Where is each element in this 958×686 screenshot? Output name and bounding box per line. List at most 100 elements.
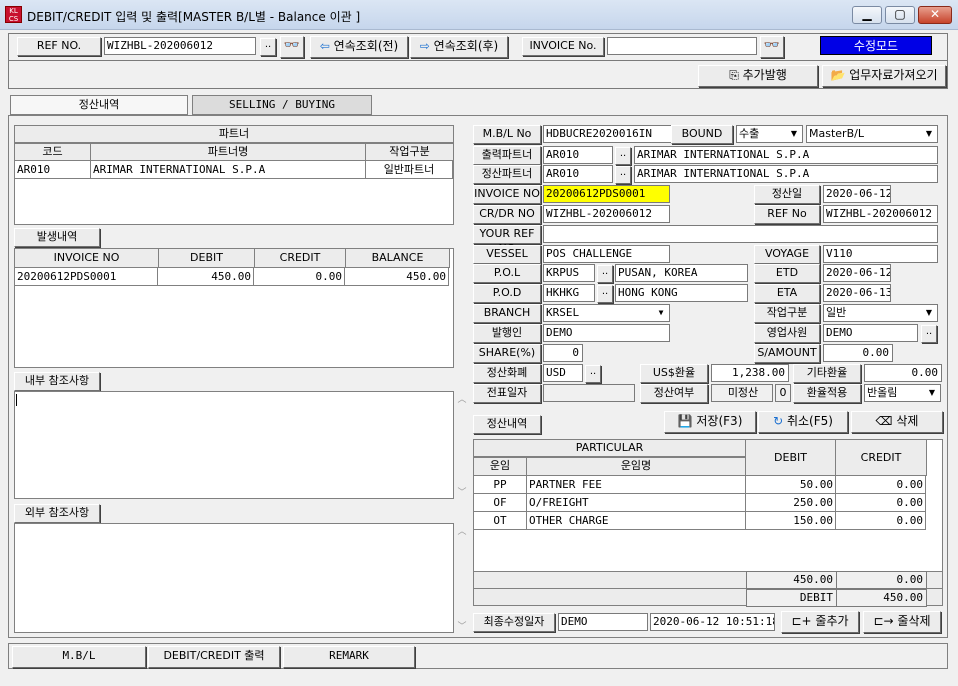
pod-lookup-button[interactable]: ..: [597, 285, 613, 303]
branch-value: KRSEL: [546, 306, 580, 319]
out-partner-lookup-button[interactable]: ..: [615, 147, 631, 165]
ref-no-input[interactable]: WIZHBL-202006012: [104, 37, 256, 55]
work-type-label: 작업구분: [754, 304, 820, 323]
delete-button[interactable]: ⌫ 삭제: [851, 411, 943, 433]
freight-name-header: 운임명: [526, 457, 746, 476]
slip-date-label: 전표일자: [473, 384, 541, 403]
invoice-search-icon[interactable]: 👓: [760, 36, 784, 58]
mbl-no-input[interactable]: HDBUCRE2020016IN: [543, 125, 673, 143]
ref-no-lookup-button[interactable]: ..: [260, 38, 276, 56]
settle-date-input[interactable]: 2020-06-12: [823, 185, 891, 203]
pol-code-input[interactable]: KRPUS: [543, 264, 595, 282]
settle-status-count: 0: [775, 384, 791, 402]
rate-apply-select[interactable]: 반올림 ▼: [864, 384, 941, 402]
vessel-label: VESSEL: [473, 245, 541, 264]
s-amount-input[interactable]: 0.00: [823, 344, 893, 362]
detail-credit-header: CREDIT: [835, 439, 927, 476]
scroll-up-icon[interactable]: ︿: [455, 392, 469, 405]
etd-input[interactable]: 2020-06-12: [823, 264, 891, 282]
table-row[interactable]: OT OTHER CHARGE 150.00 0.00: [474, 512, 926, 531]
bound-label: BOUND: [671, 125, 733, 144]
delete-row-button[interactable]: ⊏→ 줄삭제: [863, 611, 941, 633]
branch-select[interactable]: KRSEL ▼: [543, 304, 670, 322]
prev-search-label: 연속조회(전): [333, 39, 399, 53]
out-partner-code-input[interactable]: AR010: [543, 146, 613, 164]
out-partner-label: 출력파트너: [473, 146, 541, 165]
add-row-label: 줄추가: [815, 614, 849, 628]
bl-type-select[interactable]: MasterB/L ▼: [806, 125, 938, 143]
cancel-button[interactable]: ↻ 취소(F5): [758, 411, 848, 433]
tab-mbl[interactable]: M.B/L: [12, 646, 146, 668]
usd-rate-input[interactable]: 1,238.00: [711, 364, 789, 382]
add-row-button[interactable]: ⊏+ 줄추가: [781, 611, 859, 633]
vessel-input[interactable]: POS CHALLENGE: [543, 245, 670, 263]
scroll-up-icon[interactable]: ︿: [455, 524, 469, 537]
tab-settlement[interactable]: 정산내역: [10, 95, 188, 115]
issuer-input[interactable]: DEMO: [543, 324, 670, 342]
slip-date-input[interactable]: [543, 384, 635, 402]
ref-no-form-input[interactable]: WIZHBL-202006012: [823, 205, 938, 223]
tab-selling-buying[interactable]: SELLING / BUYING: [192, 95, 372, 115]
close-button[interactable]: ✕: [918, 6, 952, 24]
out-partner-name-input[interactable]: ARIMAR INTERNATIONAL S.P.A: [634, 146, 938, 164]
pod-name-input[interactable]: HONG KONG: [615, 284, 748, 302]
save-button[interactable]: 💾 저장(F3): [664, 411, 756, 433]
minimize-button[interactable]: ▁: [852, 6, 882, 24]
freight-name-cell: OTHER CHARGE: [527, 512, 746, 530]
maximize-button[interactable]: ▢: [885, 6, 915, 24]
external-ref-textarea[interactable]: [14, 523, 454, 633]
next-search-button[interactable]: ⇨ 연속조회(후): [410, 36, 508, 58]
internal-ref-scrollbar[interactable]: ︿ ﹀: [455, 392, 469, 498]
pol-name-input[interactable]: PUSAN, KOREA: [615, 264, 748, 282]
chevron-down-icon[interactable]: ▼: [654, 305, 668, 321]
binoculars-icon[interactable]: 👓: [280, 36, 304, 58]
tab-debit-credit-print[interactable]: DEBIT/CREDIT 출력: [148, 646, 280, 668]
internal-ref-textarea[interactable]: [14, 391, 454, 499]
currency-lookup-button[interactable]: ..: [585, 365, 601, 383]
your-ref-input[interactable]: [543, 225, 938, 243]
voyage-input[interactable]: V110: [823, 245, 938, 263]
import-data-button[interactable]: 📂 업무자료가져오기: [822, 65, 946, 87]
bound-select[interactable]: 수출 ▼: [736, 125, 803, 143]
chevron-down-icon[interactable]: ▼: [787, 126, 801, 142]
pol-lookup-button[interactable]: ..: [597, 265, 613, 283]
settle-partner-name-input[interactable]: ARIMAR INTERNATIONAL S.P.A: [634, 165, 938, 183]
scroll-down-icon[interactable]: ﹀: [455, 619, 469, 632]
work-type-select[interactable]: 일반 ▼: [823, 304, 938, 322]
settle-partner-lookup-button[interactable]: ..: [615, 166, 631, 184]
table-row[interactable]: AR010 ARIMAR INTERNATIONAL S.P.A 일반파트너: [15, 161, 453, 180]
chevron-down-icon[interactable]: ▼: [922, 126, 936, 142]
other-rate-input[interactable]: 0.00: [864, 364, 942, 382]
sales-lookup-button[interactable]: ..: [921, 325, 937, 343]
chevron-down-icon[interactable]: ▼: [925, 385, 939, 401]
issue-col-invoice: INVOICE NO: [14, 248, 159, 268]
table-row[interactable]: 20200612PDS0001 450.00 0.00 450.00: [15, 268, 451, 287]
pod-code-input[interactable]: HKHKG: [543, 284, 595, 302]
external-ref-scrollbar[interactable]: ︿ ﹀: [455, 524, 469, 632]
scroll-down-icon[interactable]: ﹀: [455, 485, 469, 498]
freight-code-cell: OF: [474, 494, 527, 512]
freight-name-cell: O/FREIGHT: [527, 494, 746, 512]
invoice-no-search-input[interactable]: [607, 37, 757, 55]
freight-header: 운임: [473, 457, 527, 476]
chevron-down-icon[interactable]: ▼: [922, 305, 936, 321]
table-row[interactable]: PP PARTNER FEE 50.00 0.00: [474, 476, 926, 495]
internal-ref-label: 내부 참조사항: [14, 372, 100, 391]
table-row[interactable]: OF O/FREIGHT 250.00 0.00: [474, 494, 926, 513]
share-input[interactable]: 0: [543, 344, 583, 362]
issue-debit-cell: 450.00: [158, 268, 254, 286]
currency-input[interactable]: USD: [543, 364, 583, 382]
crdr-no-input[interactable]: WIZHBL-202006012: [543, 205, 670, 223]
balance-type: DEBIT: [746, 589, 837, 607]
eta-input[interactable]: 2020-06-13: [823, 284, 891, 302]
prev-search-button[interactable]: ⇦ 연속조회(전): [310, 36, 408, 58]
sales-input[interactable]: DEMO: [823, 324, 918, 342]
tab-remark[interactable]: REMARK: [283, 646, 415, 668]
issue-col-credit: CREDIT: [254, 248, 346, 268]
add-issue-button[interactable]: ⎘ 추가발행: [698, 65, 818, 87]
invoice-no-input[interactable]: 20200612PDS0001: [543, 185, 670, 203]
other-rate-label: 기타환율: [793, 364, 861, 383]
settle-partner-code-input[interactable]: AR010: [543, 165, 613, 183]
freight-debit-cell: 50.00: [746, 476, 836, 494]
total-credit: 0.00: [836, 571, 927, 589]
